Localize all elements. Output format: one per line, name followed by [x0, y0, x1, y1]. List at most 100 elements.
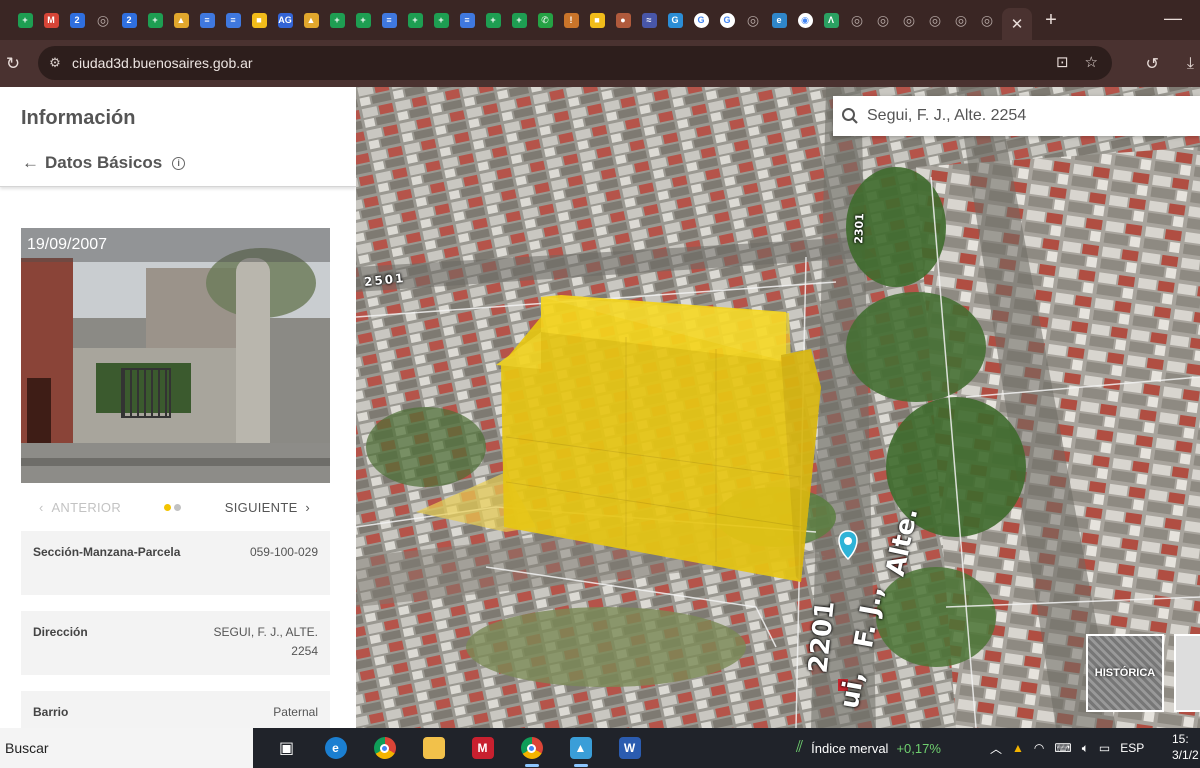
close-tab-icon[interactable]: ✕ — [1002, 8, 1032, 40]
map-search-box[interactable] — [833, 96, 1200, 136]
browser-tab[interactable]: ◎ — [948, 0, 974, 40]
chrome-icon: ◉ — [797, 12, 813, 28]
next-button[interactable]: SIGUIENTE › — [225, 500, 310, 515]
taskbar-search[interactable]: Buscar — [0, 728, 253, 768]
browser-tab[interactable]: + — [428, 0, 454, 40]
browser-tab[interactable]: 2 — [64, 0, 90, 40]
task-view-button[interactable]: ▣ — [262, 728, 311, 768]
chrome-profile-taskbar-button[interactable] — [507, 728, 556, 768]
browser-tab[interactable]: ≈ — [636, 0, 662, 40]
new-tab-button[interactable]: + — [1036, 0, 1066, 40]
history-icon[interactable]: ↺ — [1146, 54, 1159, 74]
chrome-taskbar-button[interactable] — [360, 728, 409, 768]
taskbar-clock[interactable]: 15: 3/1/2 — [1172, 731, 1199, 763]
info-row-barrio: Barrio Paternal — [21, 691, 330, 728]
row-label: Sección-Manzana-Parcela — [33, 545, 181, 559]
map-search-input[interactable] — [867, 107, 1187, 125]
search-icon[interactable] — [833, 107, 867, 125]
browser-tab[interactable]: ◎ — [90, 0, 116, 40]
photo-date: 19/09/2007 — [21, 228, 330, 262]
pager-dot[interactable] — [174, 503, 181, 511]
merval-widget[interactable]: ⫽ Índice merval +0,17% — [796, 728, 941, 768]
browser-tab[interactable]: 2 — [116, 0, 142, 40]
mcafee-icon: M — [471, 737, 494, 759]
browser-tab[interactable]: ◉ — [792, 0, 818, 40]
browser-tab[interactable]: + — [350, 0, 376, 40]
browser-tab[interactable]: ◎ — [974, 0, 1000, 40]
browser-tab[interactable]: + — [324, 0, 350, 40]
wifi-icon[interactable]: ◠ — [1034, 741, 1044, 755]
edge-icon: e — [771, 12, 787, 28]
back-arrow-icon[interactable]: ← — [22, 153, 39, 173]
browser-tab[interactable]: ◎ — [922, 0, 948, 40]
globe-icon: ◎ — [876, 11, 890, 28]
browser-tab[interactable]: AG — [272, 0, 298, 40]
browser-tab[interactable]: + — [142, 0, 168, 40]
browser-tab[interactable]: Λ — [818, 0, 844, 40]
pager-dot-active[interactable] — [164, 503, 171, 511]
chevron-up-icon[interactable]: ︿ — [990, 740, 1002, 757]
browser-tab[interactable]: ≡ — [194, 0, 220, 40]
clock-date: 3/1/2 — [1172, 748, 1199, 762]
browser-tab[interactable]: ≡ — [220, 0, 246, 40]
browser-tab[interactable]: + — [506, 0, 532, 40]
language-indicator[interactable]: ESP — [1120, 741, 1144, 755]
browser-tab[interactable]: ▲ — [298, 0, 324, 40]
site-icon: ● — [615, 12, 631, 28]
address-url[interactable]: ciudad3d.buenosaires.gob.ar — [72, 55, 253, 71]
browser-tab[interactable]: ◎ — [896, 0, 922, 40]
mcafee-taskbar-button[interactable]: M — [458, 728, 507, 768]
browser-tab[interactable]: ✆ — [532, 0, 558, 40]
map-3d-view[interactable]: 2501 2301 2201 Alte. F. J., ui, HISTÓRIC… — [356, 87, 1200, 728]
browser-tab[interactable]: + — [480, 0, 506, 40]
browser-tab[interactable]: ◎ — [844, 0, 870, 40]
browser-tab[interactable]: G — [688, 0, 714, 40]
explorer-taskbar-button[interactable] — [409, 728, 458, 768]
bookmark-star-icon[interactable]: ☆ — [1085, 53, 1098, 71]
sheets-icon: + — [485, 12, 501, 28]
browser-tab[interactable]: M — [38, 0, 64, 40]
site-icon: ≈ — [641, 12, 657, 28]
paint-taskbar-button[interactable]: ▲ — [556, 728, 605, 768]
browser-tab[interactable]: + — [12, 0, 38, 40]
browser-tab[interactable]: + — [402, 0, 428, 40]
install-app-icon[interactable]: ⊡ — [1056, 53, 1069, 71]
docs-icon: ≡ — [225, 12, 241, 28]
map-canvas[interactable] — [356, 87, 1200, 728]
browser-tab[interactable]: ◎ — [870, 0, 896, 40]
browser-tab[interactable]: ! — [558, 0, 584, 40]
browser-tab[interactable]: e — [766, 0, 792, 40]
edge-taskbar-button[interactable]: e — [311, 728, 360, 768]
reload-icon[interactable]: ↻ — [0, 54, 26, 74]
browser-tab[interactable]: ≡ — [376, 0, 402, 40]
battery-icon[interactable]: ▭ — [1099, 741, 1110, 755]
info-icon[interactable]: i — [172, 156, 186, 170]
base-layer-button[interactable] — [1174, 634, 1200, 712]
browser-tab[interactable]: ≡ — [454, 0, 480, 40]
minimize-window-icon[interactable]: — — [1164, 8, 1182, 29]
address-bar[interactable]: ⚙ ciudad3d.buenosaires.gob.ar ⊡ ☆ — [38, 46, 1112, 80]
browser-tab[interactable]: G — [714, 0, 740, 40]
globe-icon: ◎ — [954, 11, 968, 28]
browser-tab[interactable]: ▲ — [168, 0, 194, 40]
historica-layer-button[interactable]: HISTÓRICA — [1086, 634, 1164, 712]
browser-tab[interactable]: G — [662, 0, 688, 40]
drive-tray-icon[interactable]: ▲ — [1012, 741, 1024, 755]
browser-tab[interactable]: ◎ — [740, 0, 766, 40]
task-view-icon: ▣ — [278, 740, 295, 757]
street-number-2301: 2301 — [852, 212, 867, 245]
browser-tab[interactable]: ■ — [584, 0, 610, 40]
row-value: SEGUI, F. J., ALTE. 2254 — [213, 625, 318, 658]
tab-list: + M 2 ◎ 2 + ▲ ≡ ≡ ■ AG ▲ + + ≡ + + ≡ + + ✆! ■ ● ≈ G G G ◎ e ◉ Λ ◎ ◎ ◎ ◎ ◎ ◎ — [0, 0, 1000, 40]
ime-icon[interactable]: ⌨ — [1054, 741, 1071, 755]
site-settings-icon[interactable]: ⚙ — [38, 55, 72, 71]
chrome-icon — [373, 737, 396, 759]
info-panel: Información ← Datos Básicos i 19/09/2007… — [0, 87, 356, 728]
browser-tab[interactable]: ● — [610, 0, 636, 40]
word-taskbar-button[interactable]: W — [605, 728, 654, 768]
previous-button[interactable]: ‹ ANTERIOR — [39, 500, 121, 515]
volume-icon[interactable]: 🔈︎ — [1082, 741, 1089, 756]
download-icon[interactable]: ⤓ — [1187, 55, 1194, 73]
subtitle-text: Datos Básicos — [45, 153, 163, 172]
browser-tab[interactable]: ■ — [246, 0, 272, 40]
